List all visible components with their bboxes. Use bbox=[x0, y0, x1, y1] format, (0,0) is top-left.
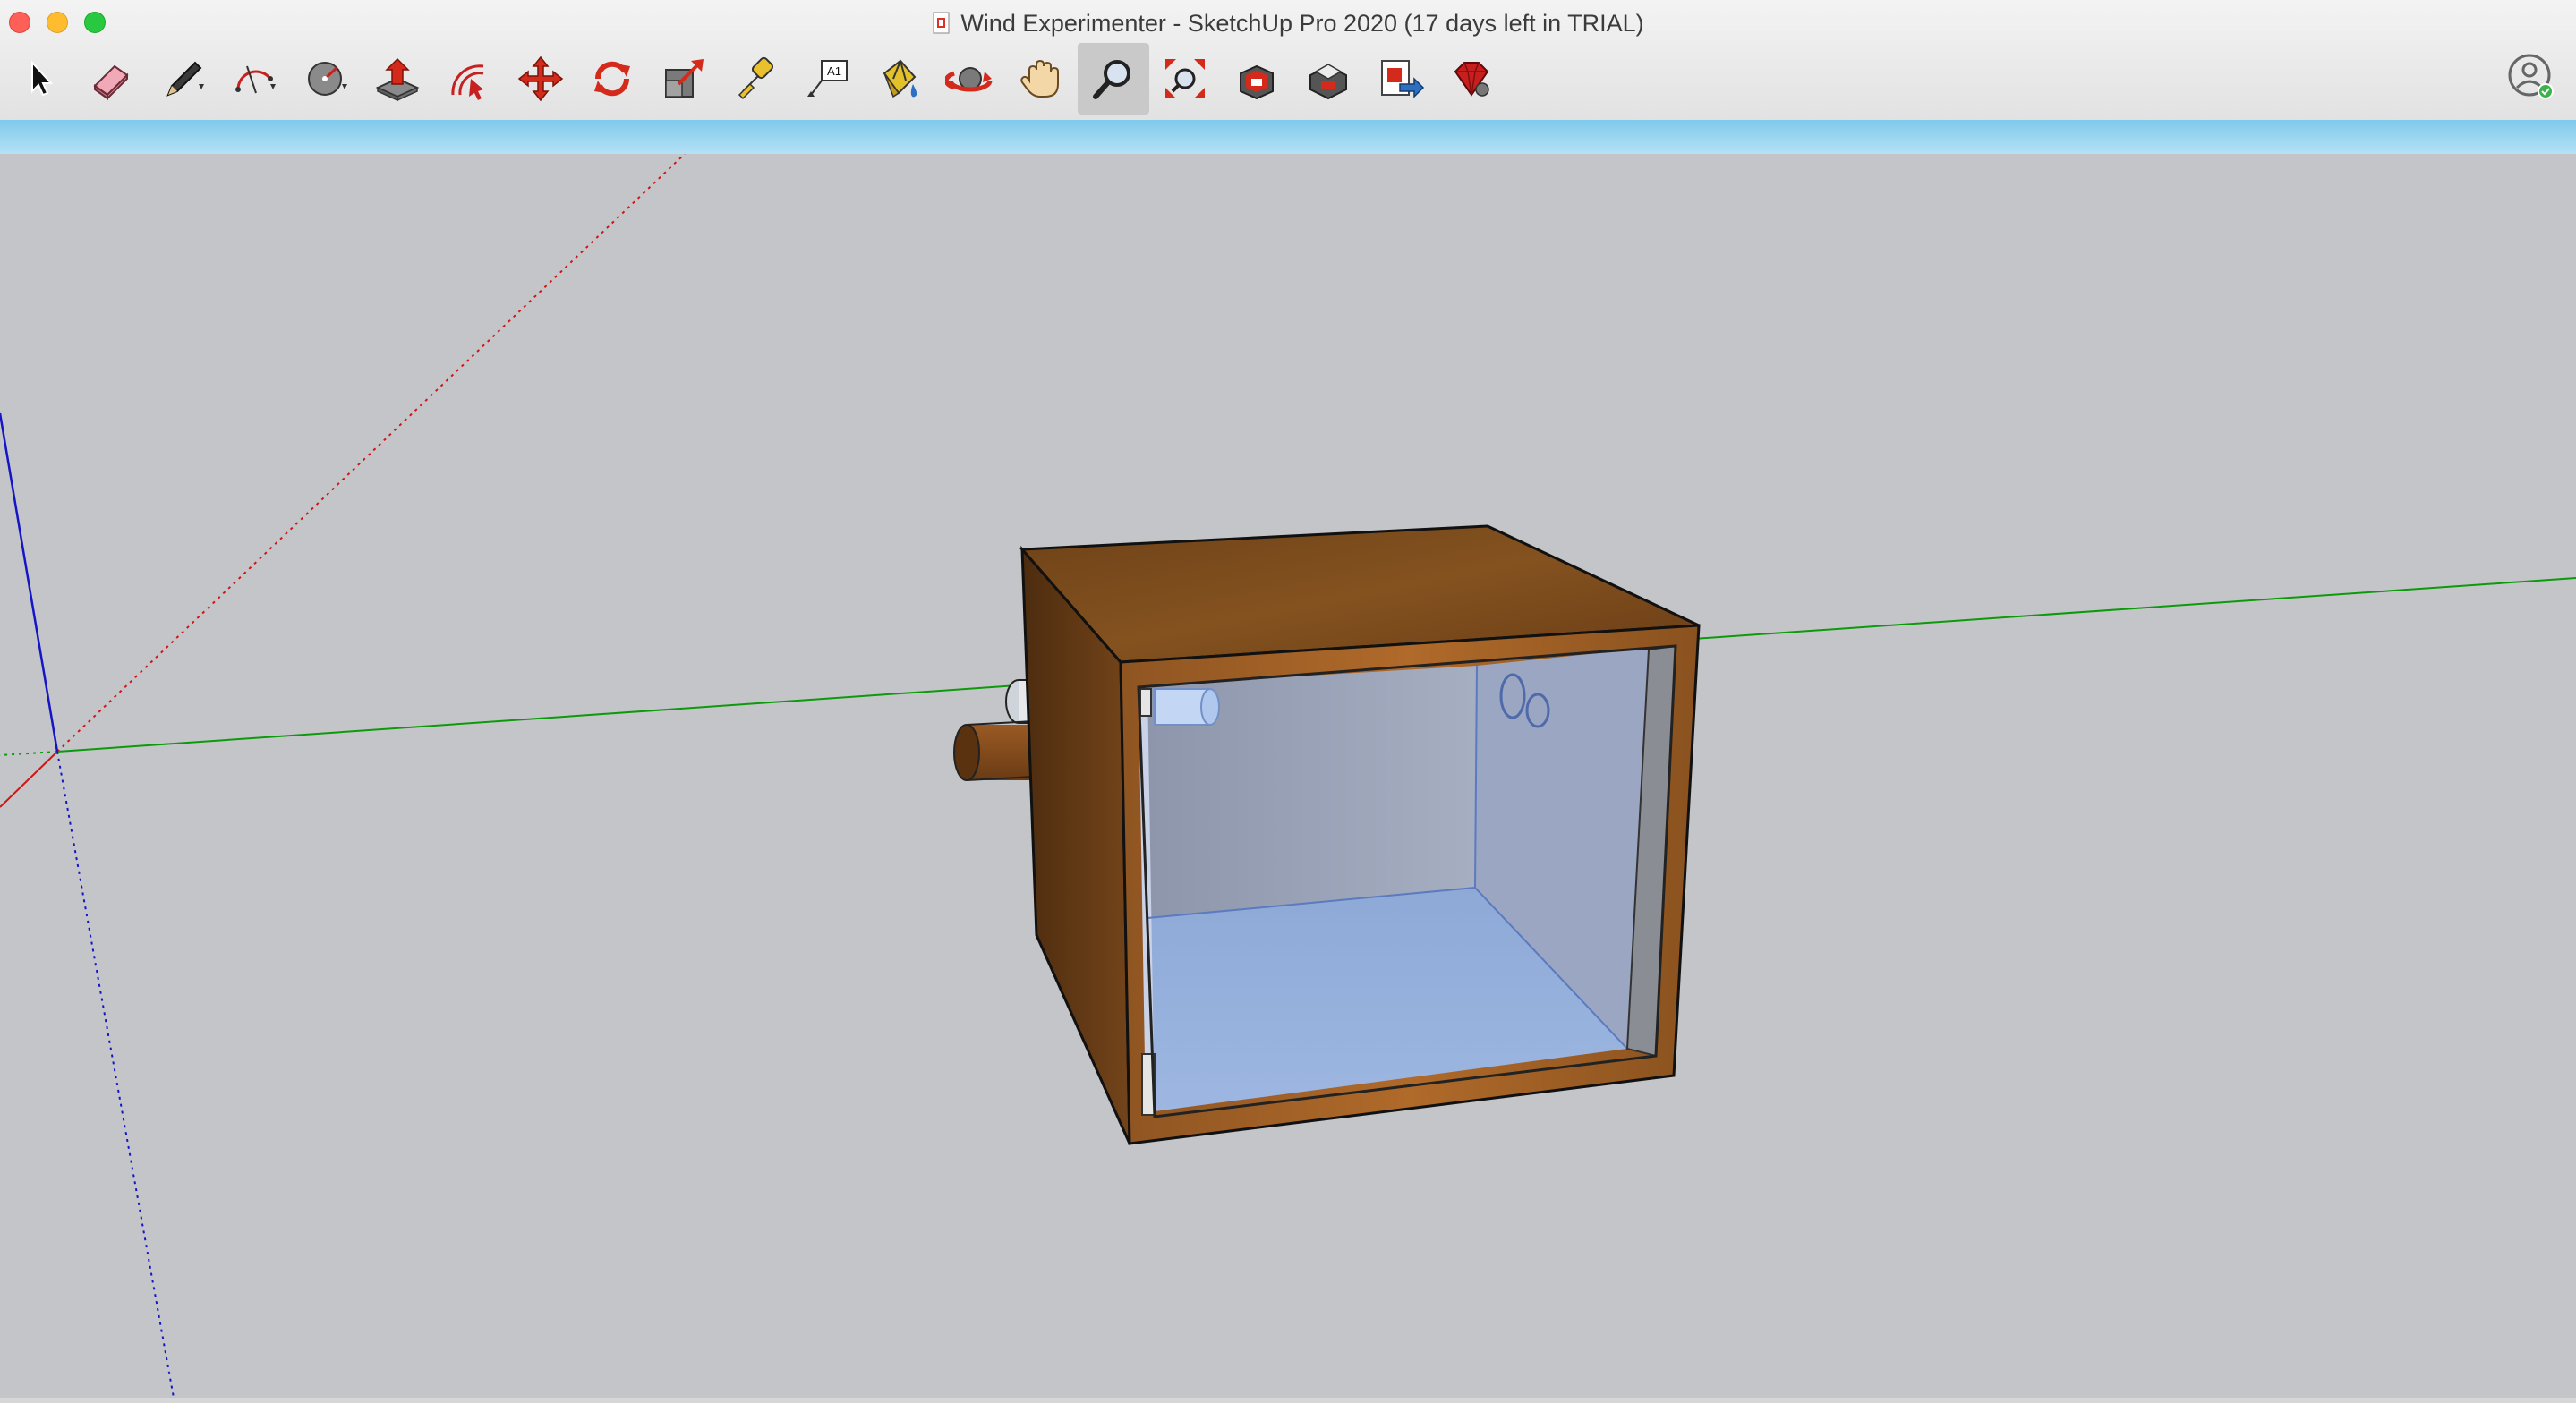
warehouse-icon bbox=[1240, 64, 1274, 100]
eraser-icon bbox=[93, 64, 129, 101]
orbit-tool[interactable] bbox=[934, 43, 1006, 115]
drawing-viewport[interactable] bbox=[0, 154, 2576, 1398]
magnifier-icon bbox=[1093, 60, 1130, 99]
rotate-tool[interactable] bbox=[576, 43, 648, 115]
user-profile-icon bbox=[2508, 54, 2554, 99]
status-hint-bar bbox=[0, 120, 2576, 154]
arrow-cursor-icon bbox=[31, 60, 54, 97]
orbit-icon bbox=[945, 67, 993, 92]
tape-measure-tool[interactable] bbox=[720, 43, 791, 115]
hand-icon bbox=[1020, 59, 1059, 98]
title-bar: Wind Experimenter - SketchUp Pro 2020 (1… bbox=[0, 0, 2576, 120]
inlet-pipe-interior bbox=[1154, 688, 1220, 726]
3d-warehouse-button[interactable] bbox=[1221, 43, 1292, 115]
text-tool[interactable]: A1 bbox=[791, 43, 863, 115]
push-pull-icon bbox=[375, 57, 420, 102]
line-tool[interactable] bbox=[147, 43, 218, 115]
red-axis-solid bbox=[0, 751, 58, 808]
large-tool-set-toolbar: A1 bbox=[0, 43, 2576, 120]
ruby-gem-icon bbox=[1454, 62, 1489, 97]
offset-icon bbox=[451, 64, 484, 100]
eraser-tool[interactable] bbox=[75, 43, 147, 115]
move-arrows-icon bbox=[517, 55, 564, 102]
extension-manager-button[interactable] bbox=[1436, 43, 1507, 115]
red-axis-dotted bbox=[56, 154, 686, 753]
scale-icon bbox=[665, 59, 704, 98]
send-to-layout-button[interactable] bbox=[1364, 43, 1436, 115]
layout-export-icon bbox=[1381, 60, 1425, 98]
push-pull-tool[interactable] bbox=[362, 43, 433, 115]
pencil-icon bbox=[166, 61, 204, 97]
select-tool[interactable] bbox=[4, 43, 75, 115]
scale-tool[interactable] bbox=[648, 43, 720, 115]
rotate-icon bbox=[594, 61, 630, 97]
window-title-area: Wind Experimenter - SketchUp Pro 2020 (1… bbox=[0, 7, 2576, 39]
window-bottom-edge bbox=[0, 1398, 2576, 1403]
extension-warehouse-icon bbox=[1309, 64, 1347, 100]
offset-tool[interactable] bbox=[433, 43, 505, 115]
zoom-extents-tool[interactable] bbox=[1149, 43, 1221, 115]
move-tool[interactable] bbox=[505, 43, 576, 115]
sketchup-window: Wind Experimenter - SketchUp Pro 2020 (1… bbox=[0, 0, 2576, 1403]
extension-warehouse-button[interactable] bbox=[1292, 43, 1364, 115]
green-axis-dotted bbox=[0, 751, 58, 756]
pan-tool[interactable] bbox=[1006, 43, 1078, 115]
zoom-extents-icon bbox=[1165, 59, 1205, 98]
blue-axis-solid bbox=[0, 412, 59, 753]
circle-icon bbox=[308, 62, 347, 96]
zoom-tool[interactable] bbox=[1078, 43, 1149, 115]
svg-text:A1: A1 bbox=[827, 64, 841, 78]
text-label-icon: A1 bbox=[807, 60, 848, 97]
paint-bucket-icon bbox=[883, 59, 917, 98]
paint-bucket-tool[interactable] bbox=[863, 43, 934, 115]
top-hinge[interactable] bbox=[1139, 688, 1152, 717]
arc-tool[interactable] bbox=[218, 43, 290, 115]
shapes-tool[interactable] bbox=[290, 43, 362, 115]
model-canvas[interactable] bbox=[0, 154, 2576, 1398]
tape-measure-icon bbox=[738, 56, 774, 100]
window-title: Wind Experimenter - SketchUp Pro 2020 (1… bbox=[960, 9, 1644, 37]
sketchup-document-icon bbox=[933, 12, 950, 34]
blue-axis-dotted bbox=[56, 751, 175, 1398]
account-profile-button[interactable] bbox=[2506, 52, 2556, 102]
arc-icon bbox=[235, 65, 276, 94]
